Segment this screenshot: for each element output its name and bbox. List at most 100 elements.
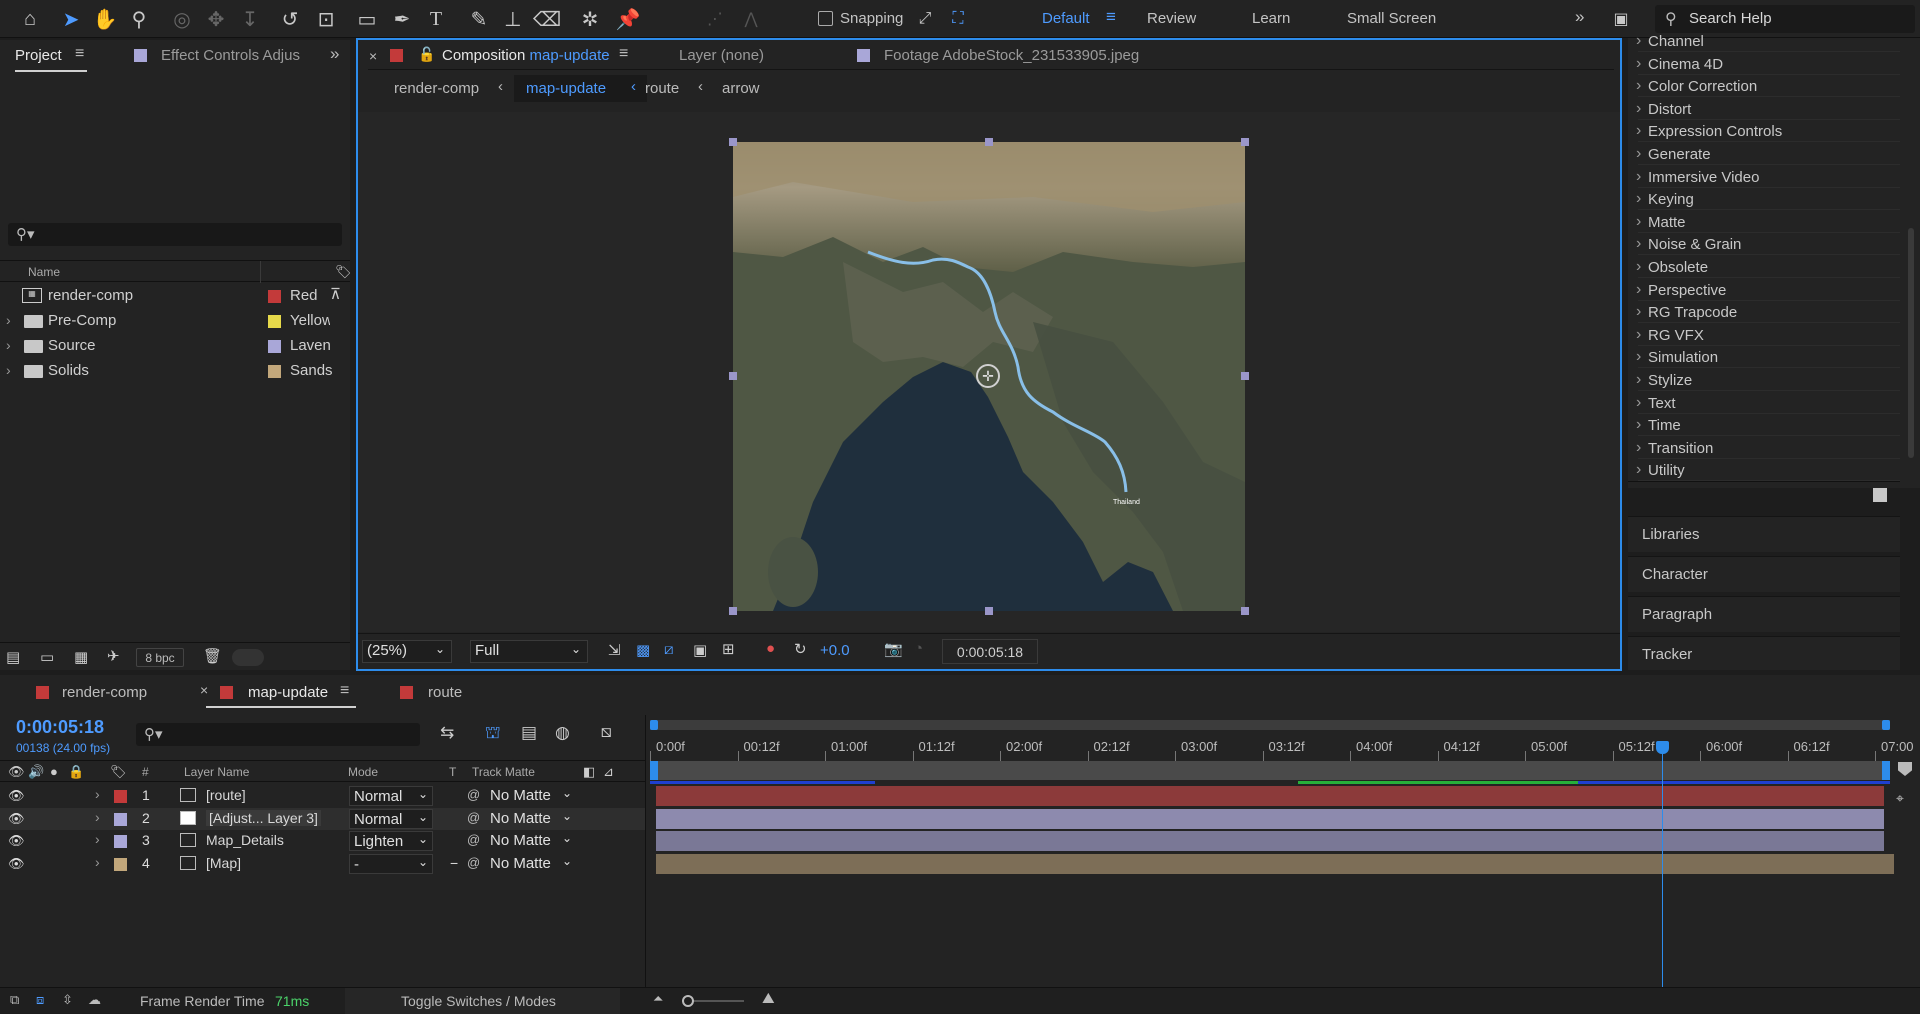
breadcrumb-item[interactable]: render-comp	[394, 80, 479, 97]
tab-footage[interactable]: Footage AdobeStock_231533905.jpeg	[884, 47, 1139, 64]
playhead-handle[interactable]	[1656, 741, 1669, 754]
solo-switch-icon[interactable]: ●	[50, 764, 58, 779]
matte-icon[interactable]: ◧	[583, 764, 595, 780]
fast-previews-icon[interactable]: ⇲	[608, 641, 621, 659]
tracker-panel[interactable]: Tracker	[1628, 636, 1900, 670]
comp-marker-bin-icon[interactable]	[1898, 762, 1912, 776]
effects-category-item[interactable]: Text	[1636, 394, 1675, 412]
paragraph-panel[interactable]: Paragraph	[1628, 596, 1900, 632]
dolly-camera-icon[interactable]: ↧	[235, 4, 265, 34]
layer-row[interactable]: 👁 › 3 Map_Details Lighten ⌄ @ No Matte ⌄	[0, 830, 645, 852]
workspace-learn[interactable]: Learn	[1252, 10, 1290, 27]
channel-icon[interactable]: ●	[766, 640, 775, 657]
more-tabs-icon[interactable]: »	[330, 44, 339, 64]
effects-category-item[interactable]: Color Correction	[1636, 77, 1757, 95]
visibility-eye-icon[interactable]: 👁	[8, 811, 25, 827]
track-matte-dropdown[interactable]: No Matte ⌄	[486, 786, 576, 806]
effects-category-item[interactable]: Stylize	[1636, 371, 1692, 389]
tab-layer[interactable]: Layer (none)	[679, 47, 764, 64]
timeline-tab-active[interactable]: map-update	[248, 684, 328, 701]
chevron-right-icon[interactable]: ›	[95, 786, 100, 802]
in-out-icon[interactable]: ⇳	[62, 992, 73, 1008]
layer-duration-bar[interactable]	[656, 808, 1884, 829]
reset-exposure-icon[interactable]: ↻	[794, 640, 807, 658]
exposure-value[interactable]: +0.0	[820, 642, 850, 659]
transform-handle[interactable]	[985, 138, 993, 146]
axis-icon[interactable]: ⋀	[736, 4, 766, 34]
work-area-bar[interactable]	[650, 720, 1890, 730]
tab-effect-controls[interactable]: Effect Controls Adjus	[161, 47, 300, 64]
effects-category-item[interactable]: Simulation	[1636, 348, 1718, 366]
lock-switch-icon[interactable]: 🔒	[68, 764, 84, 780]
track-matte-dropdown[interactable]: No Matte ⌄	[486, 831, 576, 851]
layer-label-swatch[interactable]	[114, 835, 127, 849]
rectangle-tool-icon[interactable]: ▭	[352, 4, 382, 34]
camera-snapshot-icon[interactable]: 📷	[884, 640, 903, 658]
layer-name[interactable]: [route]	[206, 787, 246, 803]
chevron-right-icon[interactable]: ›	[95, 854, 100, 870]
pickwhip-icon[interactable]: @	[467, 810, 480, 825]
pickwhip-icon[interactable]: @	[467, 787, 480, 802]
resolution-dropdown[interactable]: Full ⌄	[470, 640, 588, 663]
snapping-checkbox[interactable]	[818, 11, 833, 26]
panel-menu-icon[interactable]: ≡	[340, 682, 349, 700]
align-icon[interactable]: ⋰	[700, 4, 730, 34]
graph-editor-icon[interactable]: ⧅	[601, 722, 612, 742]
breadcrumb-active[interactable]: map-update ‹	[514, 75, 647, 102]
effects-category-item[interactable]: Generate	[1636, 145, 1710, 163]
layer-switches-icon[interactable]: ⧉	[10, 992, 19, 1008]
project-search-input[interactable]: ⚲▾	[8, 223, 342, 246]
brush-tool-icon[interactable]: ✎	[464, 4, 494, 34]
puppet-pin-icon[interactable]: 📌	[613, 4, 643, 34]
new-bin-icon[interactable]	[1873, 488, 1887, 502]
chevron-right-icon[interactable]: ›	[95, 809, 100, 825]
anchor-point-icon[interactable]: ✛	[976, 364, 1000, 388]
render-queue-icon[interactable]: ✈	[107, 647, 120, 665]
layer-name[interactable]: [Map]	[206, 855, 241, 871]
zoom-slider[interactable]	[682, 995, 744, 1007]
layer-duration-bar[interactable]	[656, 786, 1884, 806]
current-time[interactable]: 0:00:05:18	[16, 717, 104, 738]
effects-scrollbar[interactable]	[1908, 228, 1914, 458]
layer-label-swatch[interactable]	[114, 812, 127, 826]
snap-edges-icon[interactable]: ⤢	[910, 4, 940, 34]
layer-name[interactable]: Map_Details	[206, 832, 284, 848]
zoom-tool-icon[interactable]: ⚲	[124, 4, 154, 34]
effects-category-item[interactable]: Utility	[1636, 461, 1685, 479]
breadcrumb-item[interactable]: route	[645, 80, 679, 97]
effects-category-item[interactable]: Noise & Grain	[1636, 235, 1741, 253]
transparency-grid-icon[interactable]: ▩	[636, 641, 650, 659]
grid-guides-icon[interactable]: ⊞	[722, 640, 735, 658]
navigator-zoom-icon[interactable]: ⌖	[1896, 790, 1904, 807]
libraries-panel[interactable]: Libraries	[1628, 516, 1900, 552]
effects-category-item[interactable]: Matte	[1636, 213, 1685, 231]
roto-brush-icon[interactable]: ✲	[575, 4, 605, 34]
pickwhip-icon[interactable]: @	[467, 855, 480, 870]
visibility-eye-icon[interactable]: 👁	[8, 856, 25, 872]
layer-name[interactable]: [Adjust... Layer 3]	[206, 809, 321, 826]
pickwhip-icon[interactable]: @	[467, 832, 480, 847]
workspace-review[interactable]: Review	[1147, 10, 1196, 27]
effects-category-item[interactable]: Obsolete	[1636, 258, 1708, 276]
column-mode[interactable]: Mode	[348, 765, 378, 779]
mask-visibility-icon[interactable]: ⧄	[664, 641, 674, 658]
layer-row[interactable]: 👁 › 1 [route] Normal ⌄ @ No Matte ⌄	[0, 785, 645, 807]
layer-label-swatch[interactable]	[114, 790, 127, 803]
chevron-right-icon[interactable]: ›	[6, 362, 11, 378]
effects-category-item[interactable]: RG Trapcode	[1636, 303, 1737, 321]
layer-label-swatch[interactable]	[114, 857, 127, 871]
eraser-tool-icon[interactable]: ⌫	[532, 4, 562, 34]
clone-stamp-icon[interactable]: ⊥	[498, 4, 528, 34]
motion-blur-icon[interactable]: ◍	[555, 723, 570, 743]
transform-handle[interactable]	[1241, 138, 1249, 146]
layer-row[interactable]: 👁 › 2 [Adjust... Layer 3] Normal ⌄ @ No Matte ⌄	[0, 807, 645, 830]
effects-category-item[interactable]: Cinema 4D	[1636, 55, 1723, 73]
selection-tool-icon[interactable]: ➤	[56, 4, 86, 34]
project-item[interactable]: › Solids Sands	[0, 359, 350, 384]
panel-menu-icon[interactable]: ≡	[619, 45, 628, 63]
workspace-menu-icon[interactable]: ≡	[1106, 7, 1116, 27]
work-area-start-handle[interactable]	[650, 720, 658, 730]
snap-features-icon[interactable]: ⛶	[943, 4, 973, 34]
column-name[interactable]: Name	[28, 265, 60, 279]
column-track-matte[interactable]: Track Matte	[472, 765, 535, 779]
